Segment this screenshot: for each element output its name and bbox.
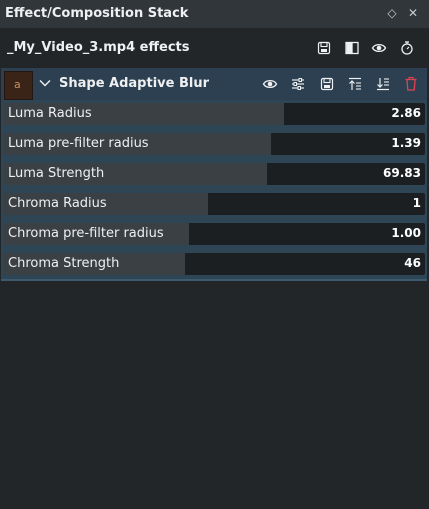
- empty-stack-area: [0, 281, 429, 509]
- param-label: Chroma Radius: [8, 196, 107, 211]
- effect-stack-panel: Effect/Composition Stack ◇ ✕ _My_Video_3…: [0, 0, 429, 509]
- param-slider[interactable]: Luma Radius 2.86: [4, 103, 425, 125]
- param-slider[interactable]: Chroma Strength 46: [4, 253, 425, 275]
- param-slider[interactable]: Chroma Radius 1: [4, 193, 425, 215]
- clip-title: _My_Video_3.mp4 effects: [7, 40, 190, 55]
- trash-icon: [405, 76, 417, 91]
- chevron-down-icon: [39, 80, 51, 87]
- save-stack-button[interactable]: [316, 40, 332, 56]
- param-label: Luma pre-filter radius: [8, 136, 149, 151]
- close-icon[interactable]: ✕: [405, 5, 421, 21]
- panel-title: Effect/Composition Stack: [5, 6, 189, 21]
- param-value[interactable]: 46: [404, 256, 421, 270]
- param-value[interactable]: 1.00: [391, 226, 421, 240]
- eye-icon: [262, 79, 278, 89]
- param-value[interactable]: 1.39: [391, 136, 421, 150]
- timer-button[interactable]: [399, 40, 415, 56]
- effect-thumbnail: a: [4, 71, 33, 100]
- thumbnail-letter: a: [14, 78, 21, 91]
- param-label: Luma Strength: [8, 166, 105, 181]
- param-label: Luma Radius: [8, 106, 92, 121]
- param-slider[interactable]: Chroma pre-filter radius 1.00: [4, 223, 425, 245]
- effect-visibility-button[interactable]: [262, 76, 278, 92]
- clip-header: _My_Video_3.mp4 effects: [0, 28, 429, 68]
- effect-settings-button[interactable]: [290, 76, 306, 92]
- effect-item: a Shape Adaptive Blur Luma Radius 2.86 L…: [1, 68, 427, 281]
- effect-save-button[interactable]: [319, 76, 335, 92]
- save-icon: [320, 77, 334, 91]
- param-value[interactable]: 69.83: [383, 166, 421, 180]
- toggle-visibility-button[interactable]: [371, 40, 387, 56]
- collapse-button[interactable]: [37, 75, 53, 91]
- split-compare-button[interactable]: [344, 40, 360, 56]
- param-label: Chroma pre-filter radius: [8, 226, 164, 241]
- effect-move-down-button[interactable]: [375, 76, 391, 92]
- effect-delete-button[interactable]: [403, 76, 419, 92]
- param-slider[interactable]: Luma pre-filter radius 1.39: [4, 133, 425, 155]
- param-label: Chroma Strength: [8, 256, 120, 271]
- eye-icon: [371, 43, 387, 53]
- move-up-icon: [349, 77, 361, 90]
- diamond-float-icon[interactable]: ◇: [384, 5, 400, 21]
- save-icon: [317, 41, 331, 55]
- stopwatch-icon: [401, 41, 413, 55]
- split-view-icon: [345, 41, 359, 55]
- panel-titlebar: Effect/Composition Stack ◇ ✕: [0, 0, 429, 28]
- param-value[interactable]: 1: [413, 196, 421, 210]
- sliders-icon: [292, 78, 304, 90]
- param-slider[interactable]: Luma Strength 69.83: [4, 163, 425, 185]
- effect-move-up-button[interactable]: [347, 76, 363, 92]
- move-down-icon: [377, 78, 389, 91]
- param-value[interactable]: 2.86: [391, 106, 421, 120]
- effect-name: Shape Adaptive Blur: [59, 76, 210, 91]
- effect-header[interactable]: a Shape Adaptive Blur: [1, 68, 427, 100]
